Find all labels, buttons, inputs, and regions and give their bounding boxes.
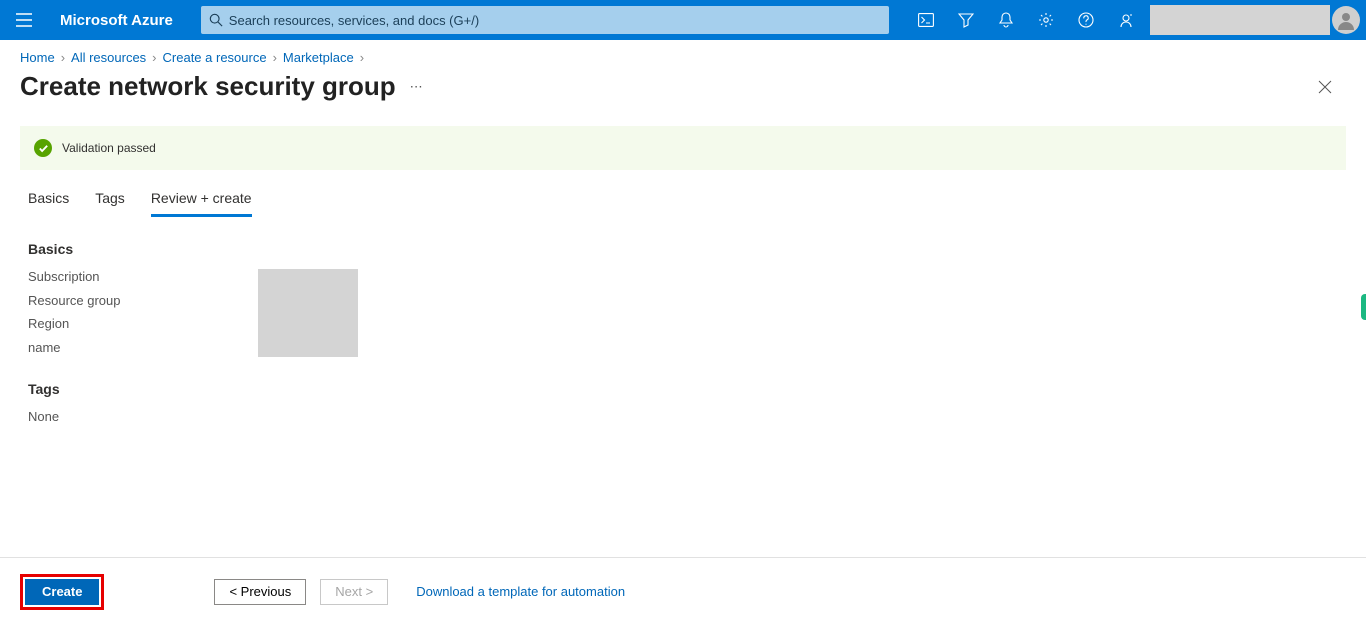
- filter-icon: [958, 12, 974, 28]
- crumb-home[interactable]: Home: [20, 50, 55, 65]
- tab-review-create[interactable]: Review + create: [151, 190, 252, 217]
- basics-label-resource-group: Resource group: [28, 293, 258, 311]
- create-button[interactable]: Create: [25, 579, 99, 605]
- tab-bar: Basics Tags Review + create: [0, 170, 1366, 217]
- close-icon: [1318, 80, 1332, 94]
- help-button[interactable]: [1066, 0, 1106, 40]
- crumb-sep: ›: [360, 50, 364, 65]
- basics-label-name: name: [28, 340, 258, 358]
- tags-value: None: [28, 409, 1338, 424]
- top-icon-bar: [906, 0, 1366, 40]
- tab-basics[interactable]: Basics: [28, 190, 69, 217]
- basics-heading: Basics: [28, 241, 1338, 257]
- tab-tags[interactable]: Tags: [95, 190, 125, 217]
- side-indicator: [1361, 294, 1366, 320]
- crumb-sep: ›: [61, 50, 65, 65]
- basics-section: Basics Subscription Resource group Regio…: [0, 217, 1366, 357]
- search-icon: [209, 13, 223, 27]
- tags-heading: Tags: [28, 381, 1338, 397]
- close-button[interactable]: [1318, 80, 1332, 94]
- validation-text: Validation passed: [62, 141, 156, 155]
- feedback-icon: [1118, 12, 1134, 28]
- footer-bar: Create < Previous Next > Download a temp…: [0, 557, 1366, 625]
- hamburger-icon: [16, 13, 32, 27]
- tags-section: Tags None: [0, 357, 1366, 424]
- previous-button[interactable]: < Previous: [214, 579, 306, 605]
- check-icon: [34, 139, 52, 157]
- bell-icon: [998, 12, 1014, 28]
- crumb-marketplace[interactable]: Marketplace: [283, 50, 354, 65]
- download-template-link[interactable]: Download a template for automation: [416, 584, 625, 599]
- gear-icon: [1038, 12, 1054, 28]
- basics-grid: Subscription Resource group Region name: [28, 269, 1338, 357]
- create-highlight: Create: [20, 574, 104, 610]
- crumb-create-resource[interactable]: Create a resource: [163, 50, 267, 65]
- crumb-sep: ›: [152, 50, 156, 65]
- crumb-sep: ›: [273, 50, 277, 65]
- feedback-button[interactable]: [1106, 0, 1146, 40]
- validation-banner: Validation passed: [20, 126, 1346, 170]
- notifications-button[interactable]: [986, 0, 1026, 40]
- basics-label-subscription: Subscription: [28, 269, 258, 287]
- crumb-all-resources[interactable]: All resources: [71, 50, 146, 65]
- cloud-shell-icon: [918, 13, 934, 27]
- user-avatar[interactable]: [1332, 6, 1360, 34]
- account-info-block[interactable]: [1150, 5, 1330, 35]
- brand-label[interactable]: Microsoft Azure: [60, 12, 173, 29]
- basics-label-region: Region: [28, 316, 258, 334]
- avatar-icon: [1336, 10, 1356, 30]
- settings-button[interactable]: [1026, 0, 1066, 40]
- global-search[interactable]: [201, 6, 889, 34]
- search-input[interactable]: [229, 13, 881, 28]
- cloud-shell-button[interactable]: [906, 0, 946, 40]
- title-row: Create network security group ⋯: [0, 65, 1366, 102]
- page-title: Create network security group: [20, 71, 396, 102]
- basics-values-redacted: [258, 269, 358, 357]
- breadcrumb: Home › All resources › Create a resource…: [0, 40, 1366, 65]
- directories-button[interactable]: [946, 0, 986, 40]
- next-button: Next >: [320, 579, 388, 605]
- title-more-button[interactable]: ⋯: [410, 79, 423, 95]
- top-bar: Microsoft Azure: [0, 0, 1366, 40]
- hamburger-menu-button[interactable]: [0, 0, 48, 40]
- help-icon: [1078, 12, 1094, 28]
